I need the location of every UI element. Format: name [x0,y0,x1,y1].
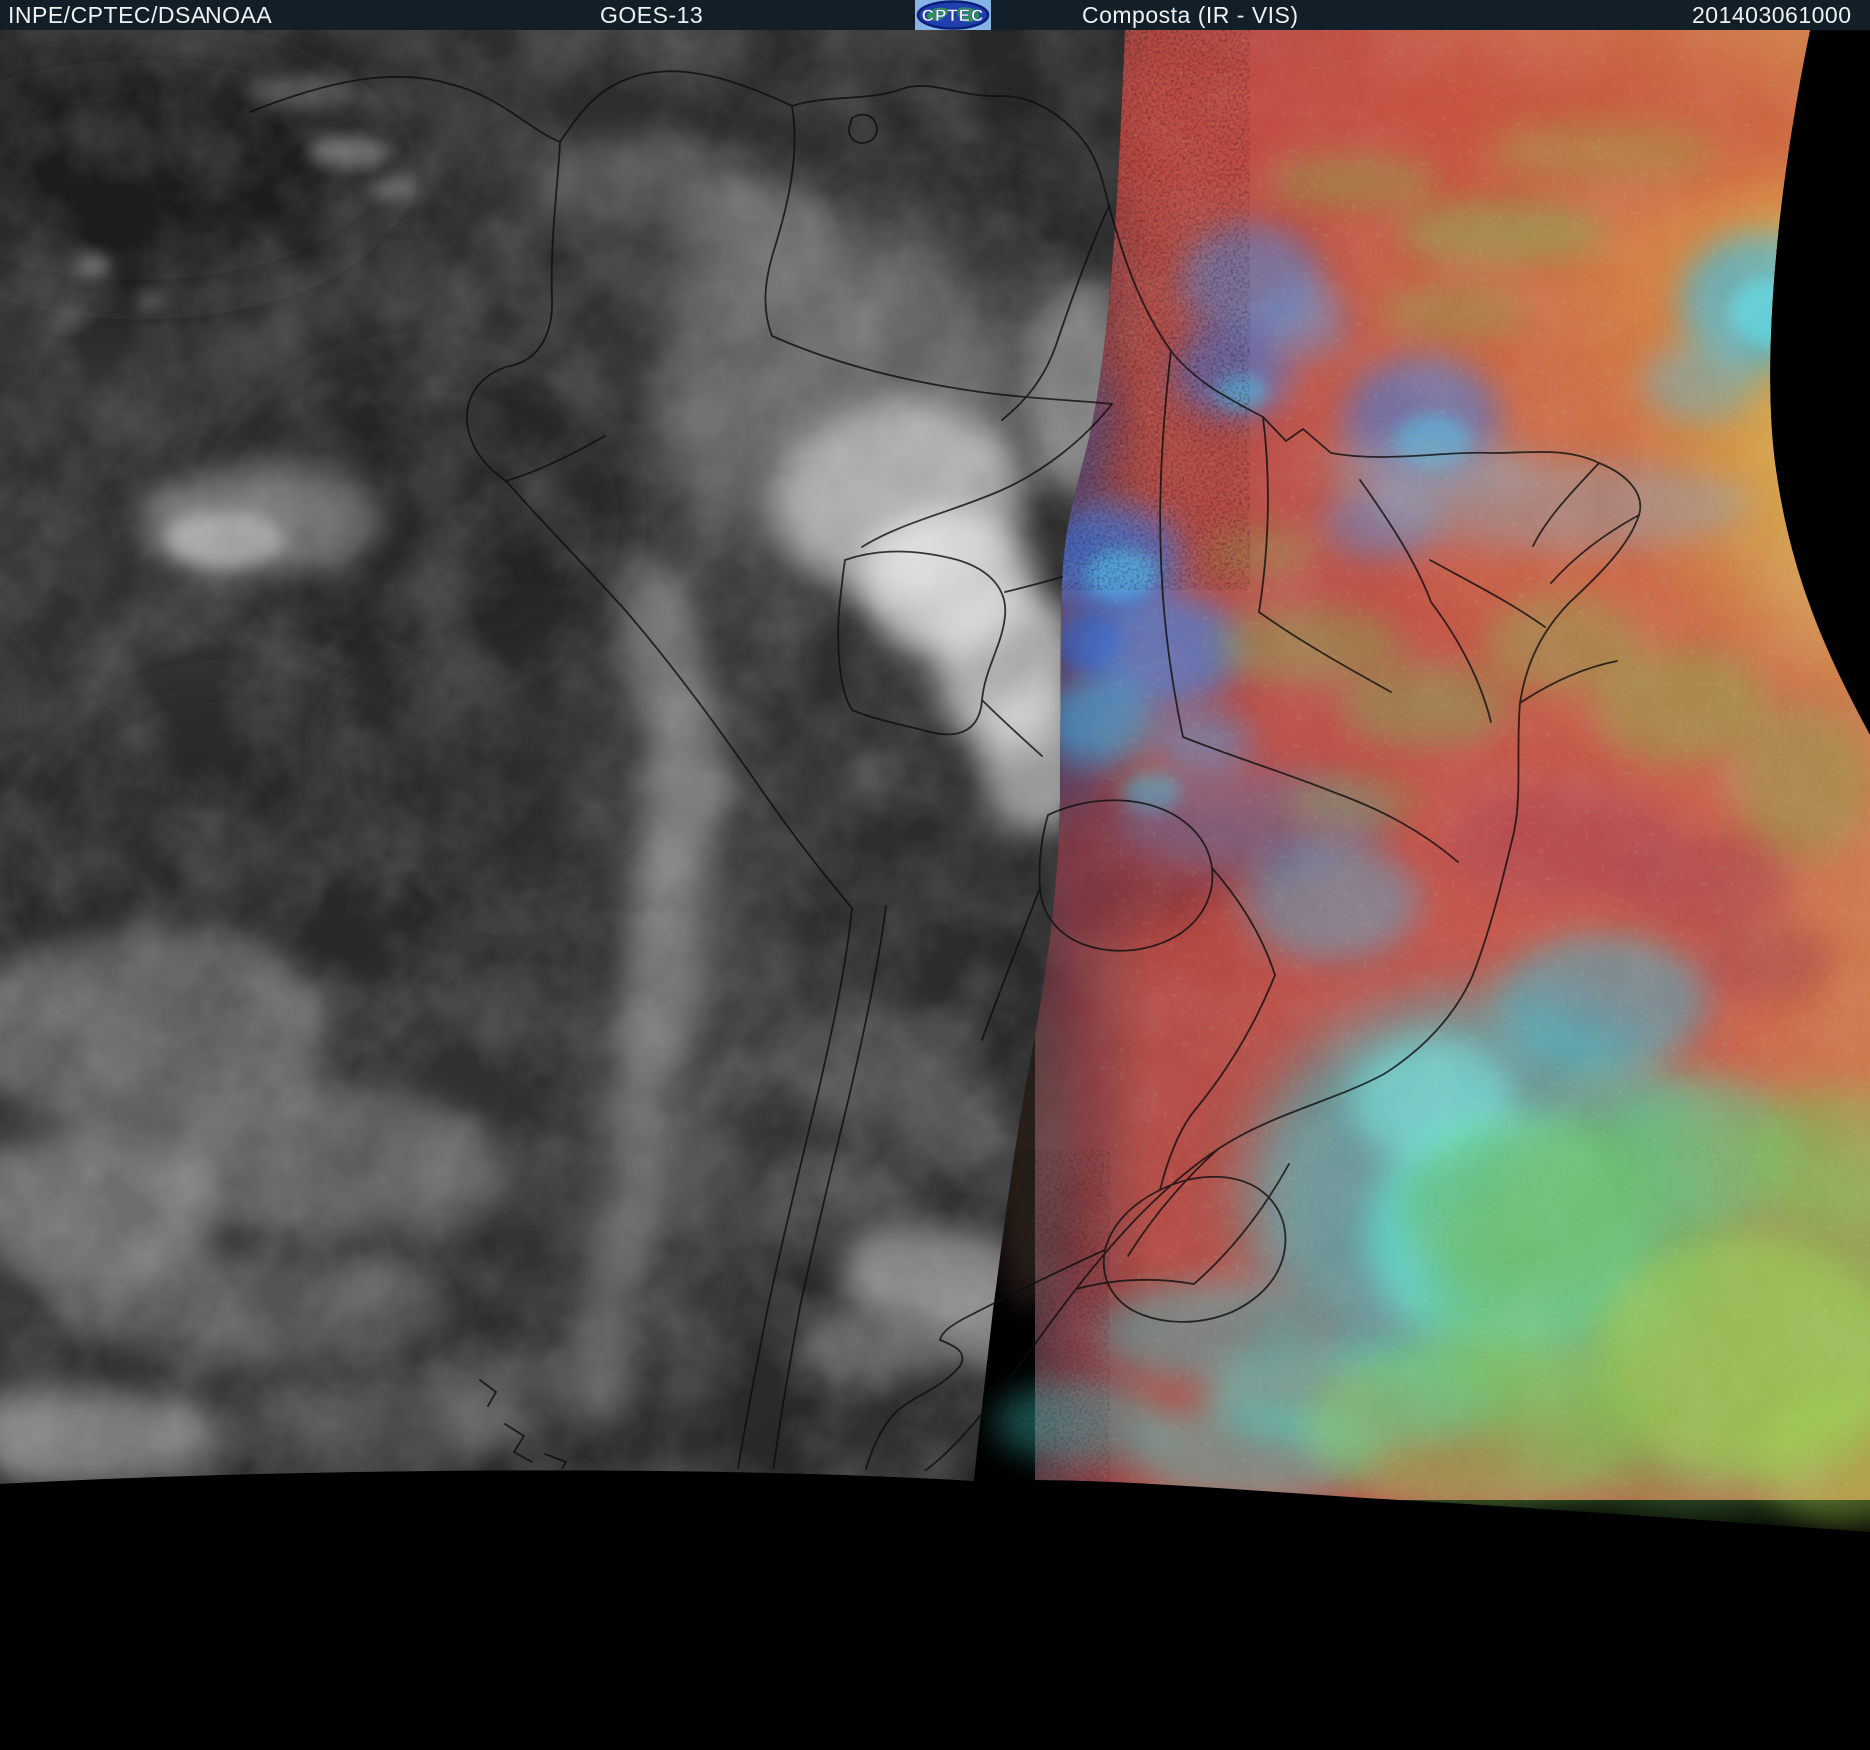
header-bar: INPE/CPTEC/DSA NOAA GOES-13 CPTEC Compos… [0,0,1870,30]
satellite-label: GOES-13 [600,2,704,28]
cptec-logo-image: CPTEC [915,0,991,30]
satellite-scene [0,0,1870,1750]
vis-region [0,30,1125,1484]
satellite-viewer: INPE/CPTEC/DSA NOAA GOES-13 CPTEC Compos… [0,0,1870,1750]
product-label: Composta (IR - VIS) [1082,2,1299,28]
noaa-label: NOAA [205,2,273,28]
cptec-logo: CPTEC [915,0,991,30]
satellite-image [0,0,1870,1750]
timestamp-label: 201403061000 [1692,2,1852,28]
cptec-logo-text: CPTEC [922,6,985,25]
agency-label: INPE/CPTEC/DSA [8,2,207,28]
